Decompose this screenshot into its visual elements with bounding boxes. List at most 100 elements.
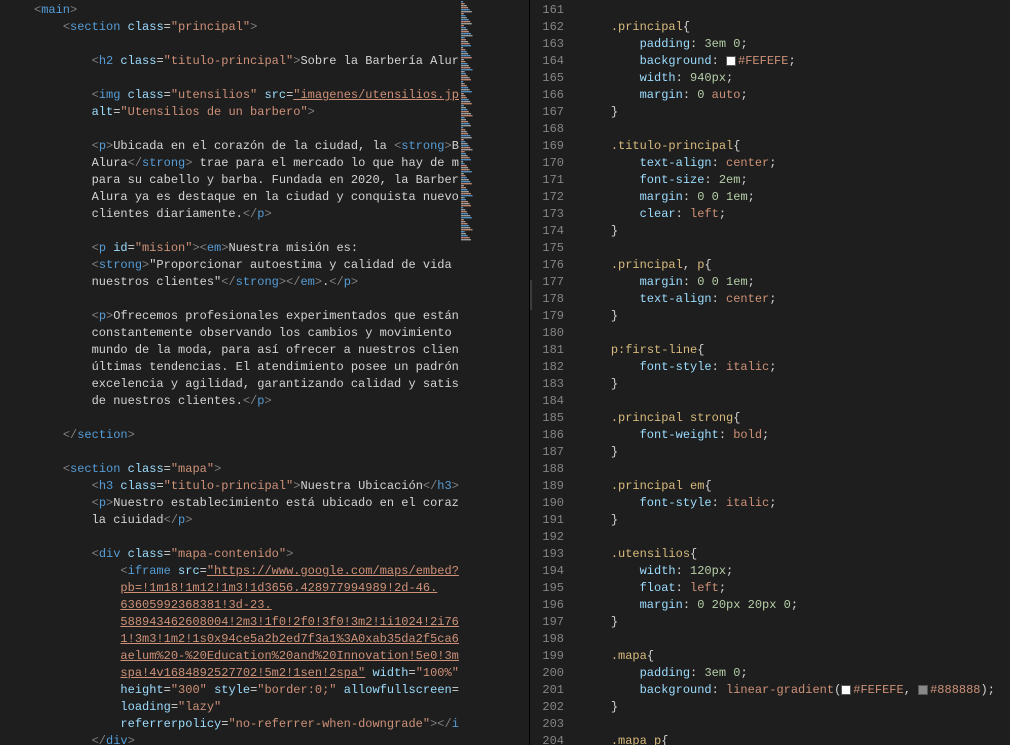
code-content[interactable]: <img class="utensilios" src="imagenes/ut…: [34, 87, 529, 104]
code-line[interactable]: 161: [530, 2, 1010, 19]
code-line[interactable]: [0, 223, 529, 240]
code-content[interactable]: margin: 0 0 1em;: [582, 274, 1010, 291]
code-content[interactable]: alt="Utensilios de un barbero">: [34, 104, 529, 121]
code-line[interactable]: 169 .titulo-principal{: [530, 138, 1010, 155]
code-line[interactable]: pb=!1m18!1m12!1m3!1d3656.428977994989!2d…: [0, 580, 529, 597]
code-line[interactable]: 183 }: [530, 376, 1010, 393]
code-line[interactable]: nuestros clientes"</strong></em>.</p>: [0, 274, 529, 291]
code-line[interactable]: de nuestros clientes.</p>: [0, 393, 529, 410]
code-line[interactable]: 188: [530, 461, 1010, 478]
code-content[interactable]: [34, 410, 529, 427]
code-line[interactable]: 190 font-style: italic;: [530, 495, 1010, 512]
code-line[interactable]: 192: [530, 529, 1010, 546]
code-line[interactable]: 191 }: [530, 512, 1010, 529]
code-line[interactable]: 163 padding: 3em 0;: [530, 36, 1010, 53]
code-content[interactable]: para su cabello y barba. Fundada en 2020…: [34, 172, 529, 189]
code-content[interactable]: }: [582, 223, 1010, 240]
code-content[interactable]: padding: 3em 0;: [582, 665, 1010, 682]
code-content[interactable]: font-style: italic;: [582, 495, 1010, 512]
code-content[interactable]: mundo de la moda, para así ofrecer a nue…: [34, 342, 529, 359]
code-line[interactable]: <p>Ofrecemos profesionales experimentado…: [0, 308, 529, 325]
code-line[interactable]: 172 margin: 0 0 1em;: [530, 189, 1010, 206]
code-line[interactable]: 182 font-style: italic;: [530, 359, 1010, 376]
code-line[interactable]: 201 background: linear-gradient(#FEFEFE,…: [530, 682, 1010, 699]
code-content[interactable]: clear: left;: [582, 206, 1010, 223]
code-content[interactable]: }: [582, 308, 1010, 325]
code-content[interactable]: }: [582, 614, 1010, 631]
code-content[interactable]: <h3 class="titulo-principal">Nuestra Ubi…: [34, 478, 529, 495]
code-line[interactable]: 198: [530, 631, 1010, 648]
code-content[interactable]: height="300" style="border:0;" allowfull…: [34, 682, 529, 699]
code-content[interactable]: <h2 class="titulo-principal">Sobre la Ba…: [34, 53, 529, 70]
code-content[interactable]: <p>Ubicada en el corazón de la ciudad, l…: [34, 138, 529, 155]
code-content[interactable]: 588943462608004!2m3!1f0!2f0!3f0!3m2!1i10…: [34, 614, 529, 631]
code-line[interactable]: <strong>"Proporcionar autoestima y calid…: [0, 257, 529, 274]
code-content[interactable]: }: [582, 376, 1010, 393]
code-content[interactable]: <p id="mision"><em>Nuestra misión es:: [34, 240, 529, 257]
code-line[interactable]: 193 .utensilios{: [530, 546, 1010, 563]
code-content[interactable]: font-style: italic;: [582, 359, 1010, 376]
code-line[interactable]: 202 }: [530, 699, 1010, 716]
code-content[interactable]: .mapa{: [582, 648, 1010, 665]
code-line[interactable]: [0, 70, 529, 87]
code-content[interactable]: .principal, p{: [582, 257, 1010, 274]
code-content[interactable]: }: [582, 104, 1010, 121]
code-content[interactable]: .principal em{: [582, 478, 1010, 495]
code-line[interactable]: 186 font-weight: bold;: [530, 427, 1010, 444]
code-line[interactable]: aelum%20-%20Education%20and%20Innovation…: [0, 648, 529, 665]
code-line[interactable]: </section>: [0, 427, 529, 444]
code-content[interactable]: margin: 0 auto;: [582, 87, 1010, 104]
code-line[interactable]: 175: [530, 240, 1010, 257]
code-content[interactable]: <div class="mapa-contenido">: [34, 546, 529, 563]
code-line[interactable]: 194 width: 120px;: [530, 563, 1010, 580]
code-content[interactable]: }: [582, 699, 1010, 716]
code-content[interactable]: float: left;: [582, 580, 1010, 597]
code-line[interactable]: 1!3m3!1m2!1s0x94ce5a2b2ed7f3a1%3A0xab35d…: [0, 631, 529, 648]
code-line[interactable]: <h3 class="titulo-principal">Nuestra Ubi…: [0, 478, 529, 495]
code-content[interactable]: <main>: [34, 2, 529, 19]
code-line[interactable]: [0, 291, 529, 308]
code-content[interactable]: últimas tendencias. El atendimiento pose…: [34, 359, 529, 376]
code-content[interactable]: background: #FEFEFE;: [582, 53, 1010, 70]
code-line[interactable]: [0, 36, 529, 53]
code-line[interactable]: <p>Nuestro establecimiento está ubicado …: [0, 495, 529, 512]
code-line[interactable]: [0, 529, 529, 546]
code-line[interactable]: </div>: [0, 733, 529, 745]
code-content[interactable]: </div>: [34, 733, 529, 745]
code-line[interactable]: 177 margin: 0 0 1em;: [530, 274, 1010, 291]
code-content[interactable]: text-align: center;: [582, 291, 1010, 308]
code-line[interactable]: 203: [530, 716, 1010, 733]
code-content[interactable]: Alura</strong> trae para el mercado lo q…: [34, 155, 529, 172]
code-line[interactable]: loading="lazy": [0, 699, 529, 716]
code-content[interactable]: constantemente observando los cambios y …: [34, 325, 529, 342]
editor-pane-left[interactable]: <main> <section class="principal"> <h2 c…: [0, 0, 530, 745]
code-content[interactable]: padding: 3em 0;: [582, 36, 1010, 53]
code-line[interactable]: referrerpolicy="no-referrer-when-downgra…: [0, 716, 529, 733]
code-content[interactable]: .utensilios{: [582, 546, 1010, 563]
code-line[interactable]: height="300" style="border:0;" allowfull…: [0, 682, 529, 699]
code-line[interactable]: <img class="utensilios" src="imagenes/ut…: [0, 87, 529, 104]
code-content[interactable]: background: linear-gradient(#FEFEFE, #88…: [582, 682, 1010, 699]
code-content[interactable]: margin: 0 0 1em;: [582, 189, 1010, 206]
code-line[interactable]: 204 .mapa p{: [530, 733, 1010, 745]
code-line[interactable]: últimas tendencias. El atendimiento pose…: [0, 359, 529, 376]
code-line[interactable]: la ciuidad</p>: [0, 512, 529, 529]
code-content[interactable]: 1!3m3!1m2!1s0x94ce5a2b2ed7f3a1%3A0xab35d…: [34, 631, 529, 648]
code-line[interactable]: 162 .principal{: [530, 19, 1010, 36]
code-content[interactable]: <iframe src="https://www.google.com/maps…: [34, 563, 529, 580]
code-line[interactable]: 199 .mapa{: [530, 648, 1010, 665]
code-line[interactable]: 166 margin: 0 auto;: [530, 87, 1010, 104]
code-line[interactable]: alt="Utensilios de un barbero">: [0, 104, 529, 121]
code-line[interactable]: <section class="principal">: [0, 19, 529, 36]
code-content[interactable]: la ciuidad</p>: [34, 512, 529, 529]
code-content[interactable]: aelum%20-%20Education%20and%20Innovation…: [34, 648, 529, 665]
code-line[interactable]: 63605992368381!3d-23.: [0, 597, 529, 614]
code-content[interactable]: loading="lazy": [34, 699, 529, 716]
code-line[interactable]: [0, 121, 529, 138]
code-content[interactable]: }: [582, 512, 1010, 529]
code-line[interactable]: 179 }: [530, 308, 1010, 325]
code-line[interactable]: 189 .principal em{: [530, 478, 1010, 495]
code-content[interactable]: font-size: 2em;: [582, 172, 1010, 189]
code-line[interactable]: constantemente observando los cambios y …: [0, 325, 529, 342]
code-line[interactable]: 178 text-align: center;: [530, 291, 1010, 308]
